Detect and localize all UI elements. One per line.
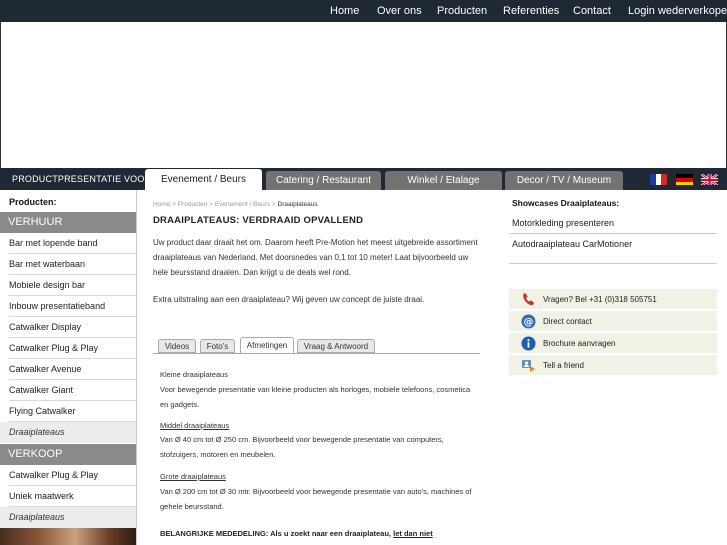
tab-fotos[interactable]: Foto's: [200, 339, 235, 353]
category-label: PRODUCTPRESENTATIE VOOR:: [12, 174, 154, 184]
sidebar-item-mobiele-design-bar[interactable]: Mobiele design bar: [9, 275, 136, 296]
nav-login-wederverkopers[interactable]: Login wederverkopers: [628, 0, 727, 22]
notice-link[interactable]: let dan niet: [393, 529, 433, 538]
call-us-label: Vragen? Bel +31 (0)318 505751: [543, 295, 657, 304]
sidebar-section-verhuur: VERHUUR: [0, 212, 136, 233]
nav-contact[interactable]: Contact: [573, 0, 611, 22]
tab-vraag-antwoord[interactable]: Vraag & Antwoord: [297, 339, 375, 353]
sidebar-item-bar-lopende-band[interactable]: Bar met lopende band: [9, 233, 136, 254]
breadcrumb-evenement-beurs[interactable]: Evenement / Beurs: [215, 201, 270, 208]
medium-plateaus-title: Middel draaiplateaus: [160, 421, 230, 430]
main-content: Home > Producten > Evenement / Beurs > D…: [153, 190, 483, 545]
important-notice: BELANGRIJKE MEDEDELING: Als u zoekt naar…: [160, 526, 480, 541]
brochure-box[interactable]: Brochure aanvragen: [509, 333, 717, 354]
sidebar-item-uniek-maatwerk[interactable]: Uniek maatwerk: [9, 486, 136, 507]
tell-a-friend-label: Tell a friend: [543, 361, 584, 370]
sidebar-item-flying-catwalker[interactable]: Flying Catwalker: [9, 401, 136, 422]
german-flag-icon[interactable]: [676, 173, 693, 185]
breadcrumb-separator: >: [172, 201, 176, 208]
notice-label: BELANGRIJKE MEDEDELING: Als u zoekt naar…: [160, 529, 392, 538]
category-bar: PRODUCTPRESENTATIE VOOR: Evenement / Beu…: [0, 168, 727, 190]
product-sidebar: Producten: VERHUUR Bar met lopende band …: [0, 190, 137, 545]
sidebar-heading: Producten:: [9, 197, 57, 207]
tab-videos[interactable]: Videos: [158, 339, 196, 353]
showcase-motorkleding[interactable]: Motorkleding presenteren: [509, 213, 717, 234]
breadcrumb: Home > Producten > Evenement / Beurs > D…: [153, 201, 318, 208]
direct-contact-label: Direct contact: [543, 317, 592, 326]
nav-referenties[interactable]: Referenties: [503, 0, 559, 22]
tell-a-friend-box[interactable]: Tell a friend: [509, 355, 717, 376]
at-sign-icon: @: [521, 314, 536, 329]
brochure-label: Brochure aanvragen: [543, 339, 616, 348]
svg-text:@: @: [524, 317, 534, 328]
sidebar-item-draaiplateaus-verhuur[interactable]: Draaiplateaus: [0, 422, 136, 443]
nav-over-ons[interactable]: Over ons: [377, 0, 422, 22]
tab-divider: [153, 353, 480, 354]
breadcrumb-producten[interactable]: Producten: [178, 201, 208, 208]
tab-evenement-beurs[interactable]: Evenement / Beurs: [145, 169, 262, 190]
breadcrumb-separator: >: [209, 201, 214, 208]
header-banner: [0, 22, 727, 168]
french-flag-icon[interactable]: [650, 173, 667, 185]
nav-producten[interactable]: Producten: [437, 0, 487, 22]
tab-afmetingen[interactable]: Afmetingen: [240, 337, 294, 354]
info-icon: [521, 336, 536, 351]
intro-paragraph-2: Extra uitstraling aan een draaiplateau? …: [153, 295, 425, 304]
large-plateaus-text: Van Ø 200 cm tot Ø 30 mtr. Bijvoorbeeld …: [160, 487, 472, 511]
sidebar-item-catwalker-giant[interactable]: Catwalker Giant: [9, 380, 136, 401]
top-navigation: Home Over ons Producten Referenties Cont…: [0, 0, 727, 22]
showcase-carmotioner[interactable]: Autodraaiplateau CarMotioner: [509, 234, 717, 264]
right-column: Showcases Draaiplateaus: Motorkleding pr…: [509, 190, 727, 545]
sidebar-item-catwalker-display[interactable]: Catwalker Display: [9, 317, 136, 338]
tab-catering-restaurant[interactable]: Catering / Restaurant: [266, 171, 381, 190]
tab-winkel-etalage[interactable]: Winkel / Etalage: [385, 171, 502, 190]
direct-contact-box[interactable]: @ Direct contact: [509, 311, 717, 332]
british-flag-icon[interactable]: [701, 173, 718, 185]
page-title: DRAAIPLATEAUS: VERDRAAID OPVALLEND: [153, 215, 364, 226]
call-us-box[interactable]: Vragen? Bel +31 (0)318 505751: [509, 289, 717, 310]
nav-home[interactable]: Home: [330, 0, 359, 22]
tab-decor-tv-museum[interactable]: Decor / TV / Museum: [505, 171, 623, 190]
sidebar-item-bar-waterbaan[interactable]: Bar met waterbaan: [9, 254, 136, 275]
medium-plateaus-text: Van Ø 40 cm tot Ø 250 cm. Bijvoorbeeld v…: [160, 435, 444, 459]
small-plateaus-text: Voor bewegende presentatie van kleine pr…: [160, 385, 471, 409]
sidebar-product-photo: [0, 528, 136, 545]
sidebar-item-catwalker-avenue[interactable]: Catwalker Avenue: [9, 359, 136, 380]
breadcrumb-home[interactable]: Home: [153, 201, 170, 208]
small-plateaus-title: Kleine draaiplateaus: [160, 370, 228, 379]
breadcrumb-separator: >: [271, 201, 276, 208]
large-plateaus-title: Grote draaiplateaus: [160, 472, 226, 481]
sidebar-item-inbouw-presentatieband[interactable]: Inbouw presentatieband: [9, 296, 136, 317]
sidebar-item-draaiplateaus-verkoop[interactable]: Draaiplateaus: [0, 507, 136, 528]
showcases-heading: Showcases Draaiplateaus:: [512, 198, 620, 208]
sidebar-item-catwalker-plug-play-verkoop[interactable]: Catwalker Plug & Play: [9, 465, 136, 486]
sidebar-item-catwalker-plug-play[interactable]: Catwalker Plug & Play: [9, 338, 136, 359]
tell-a-friend-icon: [521, 358, 536, 373]
phone-icon: [521, 292, 536, 307]
breadcrumb-current: Draaiplateaus: [277, 201, 318, 208]
intro-paragraph: Uw product daar draait het om. Daarom he…: [153, 238, 478, 277]
sidebar-section-verkoop: VERKOOP: [0, 444, 136, 465]
